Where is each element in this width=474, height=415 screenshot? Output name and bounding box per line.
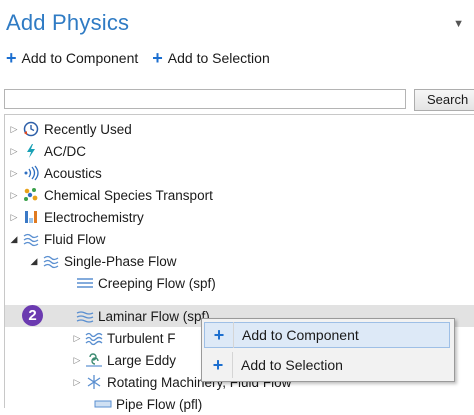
tree-item-laminar-flow[interactable]: Laminar Flow (spf) <box>74 305 210 327</box>
tree-label: AC/DC <box>44 143 87 159</box>
tree-label: Acoustics <box>44 165 102 181</box>
tree-label: Creeping Flow (spf) <box>98 275 216 291</box>
menu-item-label: Add to Selection <box>241 357 343 373</box>
laminar-flow-icon <box>76 308 94 324</box>
fluid-flow-icon <box>22 231 40 247</box>
panel-title: Add Physics <box>6 10 130 35</box>
tree-item-acdc[interactable]: ▷ AC/DC <box>8 140 86 162</box>
expand-arrow-icon[interactable]: ▷ <box>8 146 20 157</box>
tree-label: Chemical Species Transport <box>44 187 213 203</box>
menu-item-add-to-component[interactable]: + Add to Component <box>204 322 450 348</box>
creeping-flow-icon <box>76 275 94 291</box>
tree-item-fluid-flow[interactable]: ◢ Fluid Flow <box>8 228 106 250</box>
search-button[interactable]: Search <box>414 89 474 111</box>
search-input[interactable] <box>4 89 406 109</box>
turbulent-flow-icon <box>85 330 103 346</box>
tree-item-turbulent-flow[interactable]: ▷ Turbulent F <box>74 327 176 349</box>
chemical-species-icon <box>22 187 40 203</box>
expand-arrow-icon[interactable]: ▷ <box>8 190 20 201</box>
collapse-arrow-icon[interactable]: ◢ <box>8 234 20 245</box>
collapse-arrow-icon[interactable]: ◢ <box>28 256 40 267</box>
add-to-component-label: Add to Component <box>21 50 139 66</box>
plus-icon: + <box>6 48 17 68</box>
single-phase-flow-icon <box>42 253 60 269</box>
tree-item-large-eddy[interactable]: ▷ Large Eddy <box>71 349 177 371</box>
acdc-icon <box>22 143 40 159</box>
rotating-machinery-icon <box>85 374 103 390</box>
tree-label: Turbulent F <box>107 330 176 346</box>
toolbar: + Add to Component + Add to Selection <box>6 48 270 68</box>
pipe-flow-icon <box>94 396 112 412</box>
expand-arrow-icon[interactable]: ▷ <box>8 124 20 135</box>
tree-label: Large Eddy <box>107 352 177 368</box>
tree-item-recently-used[interactable]: ▷ Recently Used <box>8 118 132 140</box>
panel-menu-arrow[interactable]: ▼ <box>453 18 464 30</box>
menu-item-label: Add to Component <box>242 327 359 343</box>
tree-label: Fluid Flow <box>44 231 106 247</box>
tree-item-single-phase-flow[interactable]: ◢ Single-Phase Flow <box>28 250 177 272</box>
tree-item-acoustics[interactable]: ▷ Acoustics <box>8 162 102 184</box>
tree-item-creeping-flow[interactable]: Creeping Flow (spf) <box>74 272 216 294</box>
tree-label: Recently Used <box>44 121 132 137</box>
expand-arrow-icon[interactable]: ▷ <box>8 212 20 223</box>
tree-item-chemical-species-transport[interactable]: ▷ Chemical Species Transport <box>8 184 213 206</box>
expand-arrow-icon[interactable]: ▷ <box>8 168 20 179</box>
tree-label: Single-Phase Flow <box>64 253 177 269</box>
plus-icon: + <box>152 48 163 68</box>
step-callout-badge: 2 <box>22 305 43 326</box>
tree-label: Pipe Flow (pfl) <box>116 396 203 412</box>
add-to-selection-label: Add to Selection <box>167 50 270 66</box>
expand-arrow-icon[interactable]: ▷ <box>71 377 83 388</box>
add-to-component-button[interactable]: + Add to Component <box>6 48 139 68</box>
add-to-selection-button[interactable]: + Add to Selection <box>152 48 270 68</box>
large-eddy-icon <box>85 352 103 368</box>
menu-item-add-to-selection[interactable]: + Add to Selection <box>204 352 450 378</box>
tree-item-pipe-flow[interactable]: Pipe Flow (pfl) <box>92 393 202 415</box>
tree-item-electrochemistry[interactable]: ▷ Electrochemistry <box>8 206 144 228</box>
tree-label: Laminar Flow (spf) <box>98 308 210 324</box>
plus-icon: + <box>213 325 225 345</box>
acoustics-icon <box>22 165 40 181</box>
context-menu: + Add to Component + Add to Selection <box>201 318 455 382</box>
menu-separator <box>233 322 234 348</box>
tree-label: Electrochemistry <box>44 209 144 225</box>
electrochemistry-icon <box>22 209 40 225</box>
recently-used-icon <box>22 121 40 137</box>
expand-arrow-icon[interactable]: ▷ <box>71 355 83 366</box>
expand-arrow-icon[interactable]: ▷ <box>71 333 83 344</box>
plus-icon: + <box>212 355 224 375</box>
menu-separator <box>232 352 233 378</box>
